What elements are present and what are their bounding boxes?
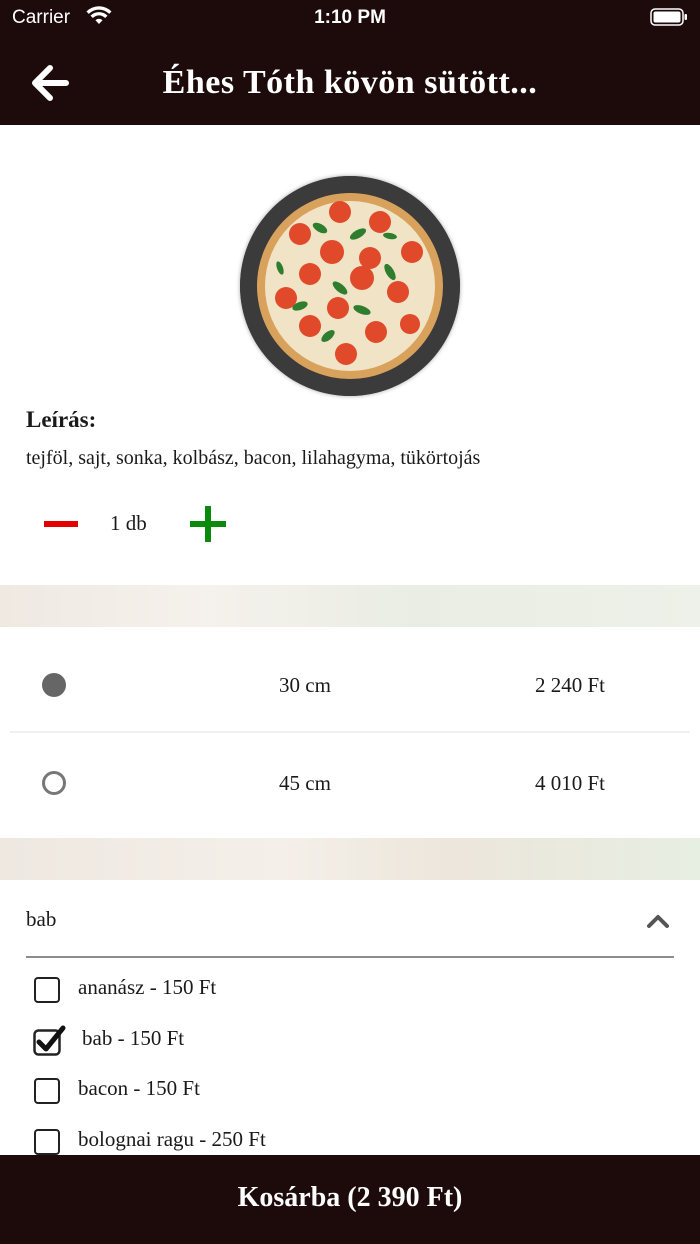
size-label: 30 cm (279, 673, 331, 697)
status-time: 1:10 PM (314, 7, 386, 28)
size-label: 45 cm (279, 771, 331, 795)
size-price: 2 240 Ft (534, 673, 605, 697)
background-strip (0, 585, 700, 627)
status-bar: Carrier 1:10 PM (0, 0, 700, 36)
add-to-cart-label: Kosárba (2 390 Ft) (237, 1182, 463, 1213)
checkbox-checked-icon[interactable] (32, 1022, 66, 1056)
extra-option-bab[interactable]: bab - 150 Ft (33, 1025, 654, 1072)
extra-option-label: ananász - 150 Ft (78, 975, 217, 999)
radio-unselected[interactable] (42, 771, 66, 795)
size-option-45cm[interactable]: 45 cm 4 010 Ft (0, 733, 700, 833)
add-to-cart-button[interactable]: Kosárba (2 390 Ft) (0, 1155, 700, 1244)
description-title: Leírás: (26, 407, 97, 432)
radio-selected[interactable] (42, 673, 66, 697)
product-card: Leírás: tejföl, sajt, sonka, kolbász, ba… (0, 125, 700, 585)
extras-title: bab (26, 907, 57, 931)
decrease-quantity-button[interactable] (44, 507, 78, 541)
extras-dropdown-header[interactable]: bab (0, 880, 700, 956)
page-title: Éhes Tóth kövön sütött... (162, 64, 538, 101)
extra-option-label: bacon - 150 Ft (78, 1076, 200, 1100)
increase-quantity-button[interactable] (190, 506, 226, 542)
description-text: tejföl, sajt, sonka, kolbász, bacon, lil… (26, 447, 481, 469)
checkbox[interactable] (34, 1129, 60, 1155)
size-option-30cm[interactable]: 30 cm 2 240 Ft (0, 635, 700, 735)
divider (26, 956, 674, 958)
size-options: 30 cm 2 240 Ft 45 cm 4 010 Ft (0, 627, 700, 838)
size-price: 4 010 Ft (534, 771, 605, 795)
extra-option-bacon[interactable]: bacon - 150 Ft (34, 1076, 654, 1122)
background-strip (0, 838, 700, 880)
extras-section: bab ananász - 150 Ft bab - 150 Ft bacon … (0, 880, 700, 1155)
chevron-up-icon[interactable] (646, 913, 670, 929)
quantity-label: 1 db (110, 511, 147, 535)
battery-icon (650, 8, 687, 26)
checkbox[interactable] (34, 977, 60, 1003)
extra-option-label: bab - 150 Ft (82, 1026, 185, 1050)
checkbox[interactable] (34, 1078, 60, 1104)
extra-option-ananasz[interactable]: ananász - 150 Ft (34, 975, 654, 1021)
pizza-image (240, 176, 460, 396)
extra-option-label: bolognai ragu - 250 Ft (78, 1127, 266, 1151)
top-bar: Carrier 1:10 PM Éhes Tóth kövön sütött..… (0, 0, 700, 125)
